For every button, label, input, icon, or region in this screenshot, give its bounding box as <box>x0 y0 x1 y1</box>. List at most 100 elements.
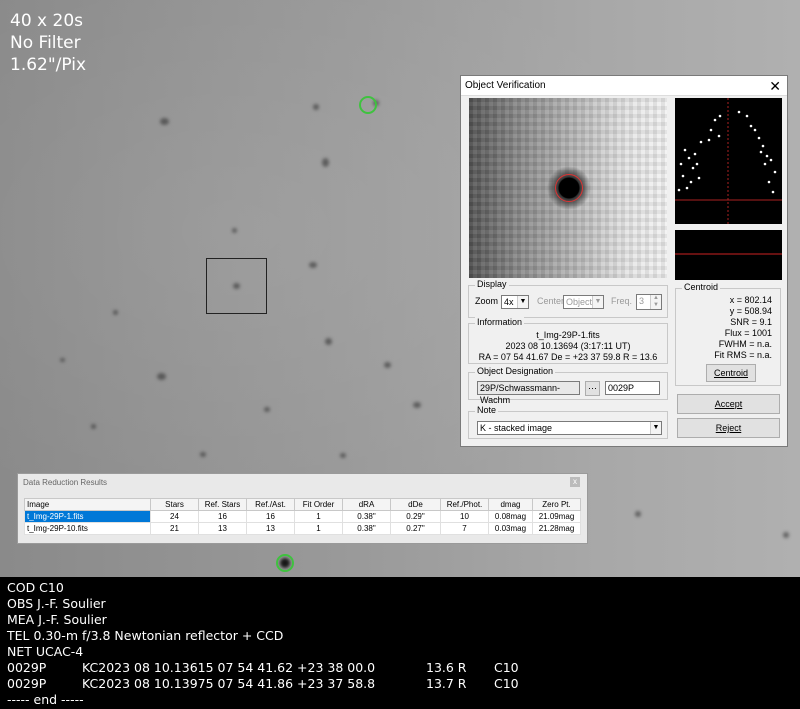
table-cell: 21 <box>150 522 199 535</box>
close-icon[interactable]: ✕ <box>769 78 781 95</box>
zoom-value: 4x <box>504 297 514 307</box>
star <box>232 228 237 233</box>
data-reduction-results-window: Data Reduction Results x Image Stars Ref… <box>17 473 588 544</box>
zoomed-object-image[interactable] <box>469 98 667 278</box>
centroid-y: y = 508.94 <box>729 306 772 316</box>
freq-spinner[interactable]: 3 ▲ ▼ <box>636 294 662 310</box>
centroid-flux: Flux = 1001 <box>724 328 772 338</box>
cross-section-svg <box>675 253 782 255</box>
scale-label: 1.62"/Pix <box>10 55 87 75</box>
reject-button[interactable]: Reject <box>677 418 780 438</box>
zoom-label: Zoom <box>475 296 499 306</box>
chevron-down-icon: ▼ <box>592 296 603 308</box>
centroid-button[interactable]: Centroid <box>706 364 756 382</box>
centroid-x: x = 802.14 <box>729 295 772 305</box>
column-header[interactable]: dDe <box>390 498 441 511</box>
display-legend: Display <box>475 279 509 289</box>
column-header[interactable]: dRA <box>342 498 391 511</box>
obs-id: 0029P <box>7 660 47 675</box>
target-selection-box[interactable] <box>206 258 267 314</box>
obs-mag: 13.6 R <box>426 660 467 675</box>
table-cell: 0.38" <box>342 510 391 523</box>
browse-button[interactable]: ⋯ <box>585 381 600 396</box>
centroid-fit-rms: Fit RMS = n.a. <box>714 350 772 360</box>
dialog-titlebar: Object Verification <box>461 76 787 96</box>
spinner-arrows-icon: ▲ ▼ <box>650 295 661 309</box>
zoom-select[interactable]: 4x ▼ <box>501 295 529 309</box>
column-header[interactable]: Image <box>24 498 151 511</box>
table-header-row: Image Stars Ref. Stars Ref./Ast. Fit Ord… <box>24 498 581 511</box>
column-header[interactable]: Ref. Stars <box>198 498 247 511</box>
info-file: t_Img-29P-1.fits <box>536 330 600 340</box>
table-cell: t_Img-29P-1.fits <box>24 510 151 523</box>
column-header[interactable]: Fit Order <box>294 498 343 511</box>
table-cell: 0.29" <box>390 510 441 523</box>
report-end-line: ----- end ----- <box>7 692 84 707</box>
column-header[interactable]: Ref./Ast. <box>246 498 295 511</box>
table-cell: 24 <box>150 510 199 523</box>
column-header[interactable]: dmag <box>488 498 533 511</box>
table-cell: 0.08mag <box>488 510 533 523</box>
exposure-label: 40 x 20s <box>10 11 83 31</box>
close-icon[interactable]: x <box>570 477 580 487</box>
star <box>157 373 166 380</box>
column-header[interactable]: Stars <box>150 498 199 511</box>
column-header[interactable]: Ref./Phot. <box>440 498 489 511</box>
star <box>160 118 169 125</box>
freq-label: Freq. <box>611 296 633 306</box>
reference-star-marker <box>359 96 377 114</box>
star <box>322 158 329 167</box>
obs-data: KC2023 08 10.13975 07 54 41.86 +23 37 58… <box>82 676 376 691</box>
obs-code: C10 <box>494 676 519 691</box>
results-table: Image Stars Ref. Stars Ref./Ast. Fit Ord… <box>24 498 581 535</box>
information-legend: Information <box>475 317 525 327</box>
mpc-report: COD C10 OBS J.-F. Soulier MEA J.-F. Soulie… <box>0 577 800 709</box>
designation-code-field[interactable]: 0029P <box>605 381 660 395</box>
obs-data: KC2023 08 10.13615 07 54 41.62 +23 38 00… <box>82 660 376 675</box>
table-cell: 16 <box>198 510 247 523</box>
report-line: OBS J.-F. Soulier <box>7 596 106 611</box>
table-cell: 0.03mag <box>488 522 533 535</box>
obs-mag: 13.7 R <box>426 676 467 691</box>
drr-title: Data Reduction Results <box>23 478 108 487</box>
column-header[interactable]: Zero Pt. <box>532 498 581 511</box>
display-group: Display Zoom 4x ▼ Center Object ▼ Freq. … <box>468 279 668 318</box>
object-aperture-ring <box>555 174 583 202</box>
center-value: Object <box>566 297 593 307</box>
table-cell: 13 <box>246 522 295 535</box>
table-cell: 0.27" <box>390 522 441 535</box>
table-cell: 10 <box>440 510 489 523</box>
note-group: Note K - stacked image ▼ <box>468 405 668 439</box>
radial-profile-plot <box>675 98 782 224</box>
obs-id: 0029P <box>7 676 47 691</box>
radial-profile-svg <box>675 98 782 224</box>
table-cell: 21.28mag <box>532 522 581 535</box>
table-cell: 16 <box>246 510 295 523</box>
star <box>200 452 206 457</box>
drr-titlebar: Data Reduction Results x <box>18 474 587 491</box>
dialog-title: Object Verification <box>465 80 546 91</box>
center-select[interactable]: Object ▼ <box>563 295 604 309</box>
accept-button[interactable]: Accept <box>677 394 780 414</box>
table-cell: 21.09mag <box>532 510 581 523</box>
reference-star-marker <box>276 554 294 572</box>
chevron-down-icon: ▼ <box>517 296 528 308</box>
table-cell: 13 <box>198 522 247 535</box>
star <box>783 532 789 538</box>
note-select[interactable]: K - stacked image ▼ <box>477 421 662 435</box>
star <box>635 511 641 517</box>
table-row[interactable]: t_Img-29P-10.fits 21 13 13 1 0.38" 0.27"… <box>24 522 581 535</box>
table-row[interactable]: t_Img-29P-1.fits 24 16 16 1 0.38" 0.29" … <box>24 510 581 523</box>
star <box>113 310 118 315</box>
freq-value: 3 <box>639 296 645 306</box>
star <box>384 362 391 368</box>
report-line: MEA J.-F. Soulier <box>7 612 107 627</box>
star <box>309 262 317 268</box>
obs-code: C10 <box>494 660 519 675</box>
note-legend: Note <box>475 405 499 415</box>
table-cell: 1 <box>294 522 343 535</box>
cross-section-plot <box>675 230 782 280</box>
designation-field[interactable]: 29P/Schwassmann-Wachm <box>477 381 580 405</box>
information-group: Information t_Img-29P-1.fits 2023 08 10.… <box>468 317 668 364</box>
star <box>413 402 421 408</box>
